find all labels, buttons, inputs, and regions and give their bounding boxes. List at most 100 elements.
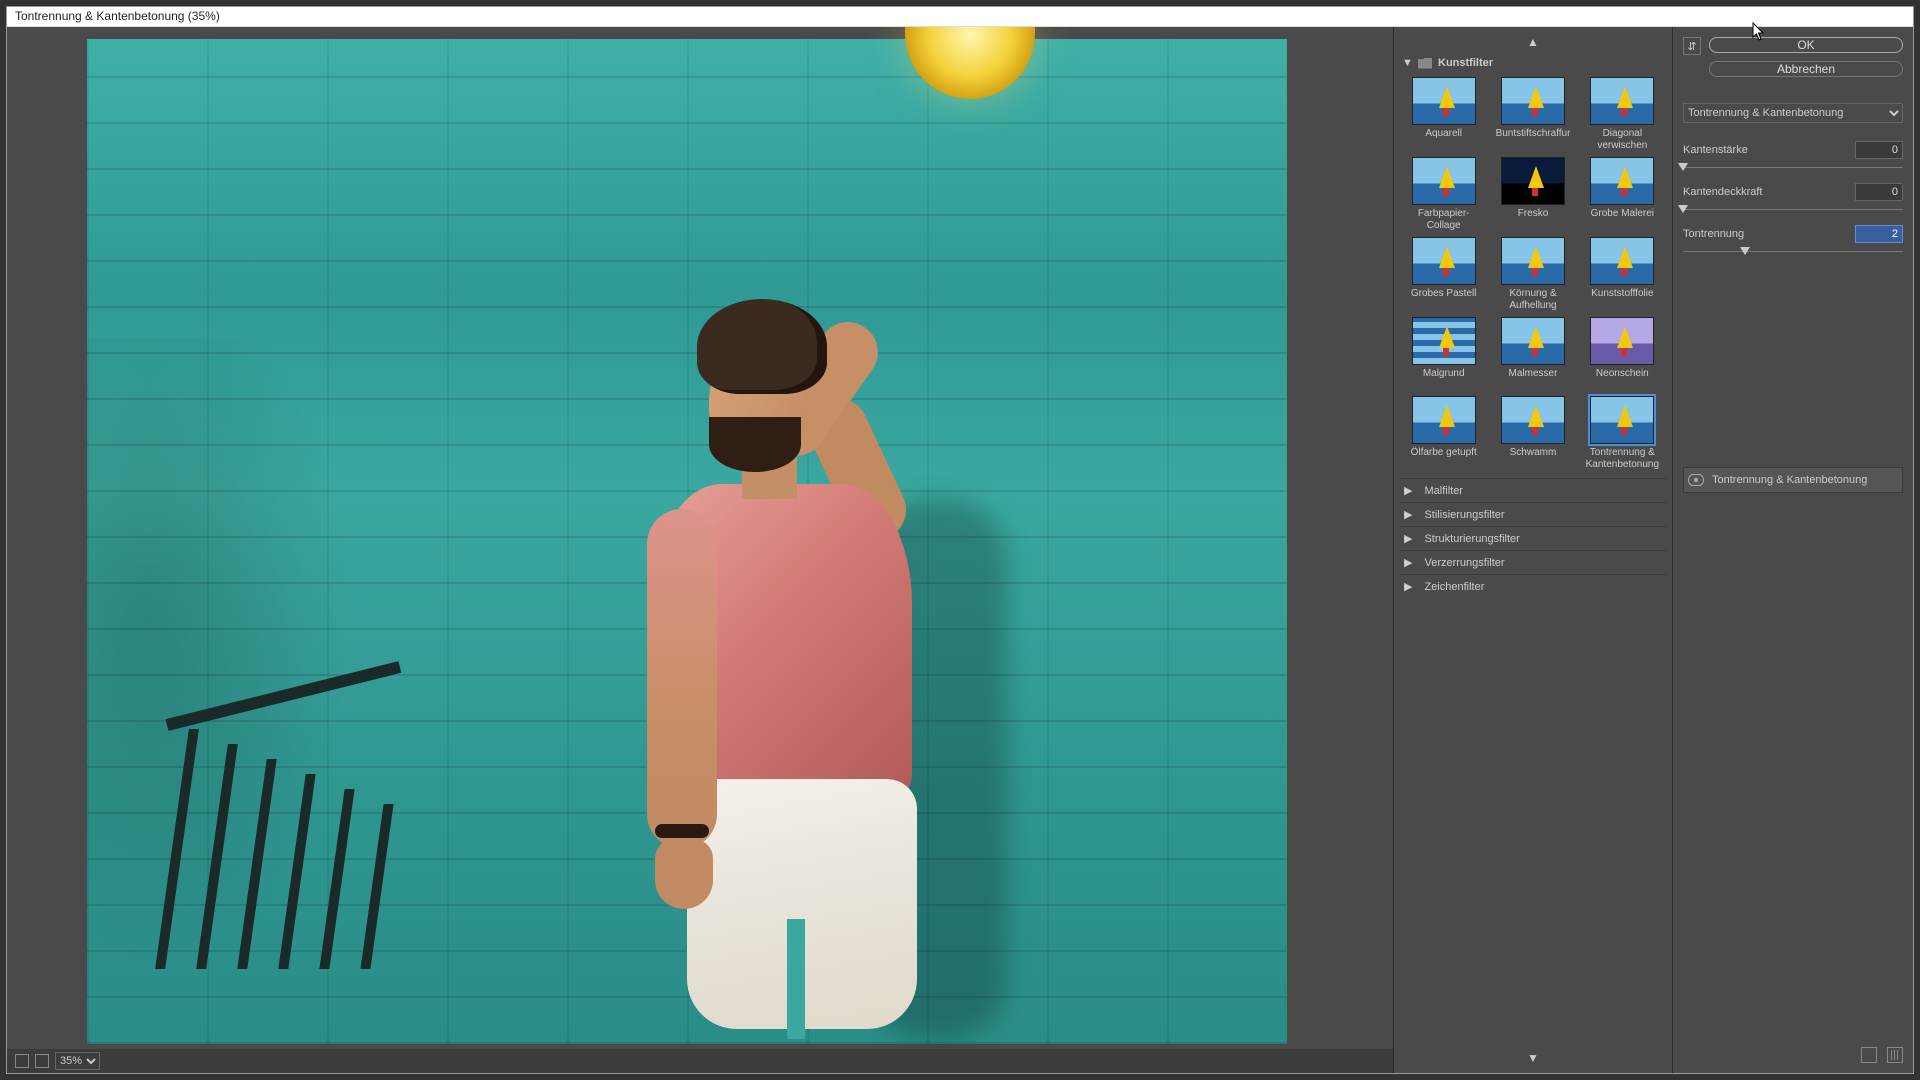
delete-effect-layer-icon[interactable] <box>1887 1047 1903 1063</box>
filter-thumb[interactable]: Tontrennung & Kantenbetonung <box>1581 396 1664 470</box>
window-content: 35% ▲ ▼ Kunstfilter Aquarell Buntstiftsch… <box>7 27 1913 1073</box>
zoom-select[interactable]: 35% <box>55 1052 100 1070</box>
filter-thumb[interactable]: Grobe Malerei <box>1581 157 1664 231</box>
thumb-image <box>1590 237 1654 285</box>
category-label: Verzerrungsfilter <box>1424 557 1504 569</box>
thumb-label: Kunststofffolie <box>1591 288 1653 310</box>
triangle-right-icon: ▶ <box>1404 484 1412 497</box>
category-label: Stilisierungsfilter <box>1424 509 1504 521</box>
thumb-image <box>1590 77 1654 125</box>
category-row[interactable]: ▶ Zeichenfilter <box>1400 574 1666 598</box>
thumb-image <box>1590 396 1654 444</box>
thumb-label: Tontrennung & Kantenbetonung <box>1581 447 1664 470</box>
triangle-right-icon: ▶ <box>1404 508 1412 521</box>
triangle-right-icon: ▶ <box>1404 532 1412 545</box>
triangle-right-icon: ▶ <box>1404 580 1412 593</box>
param-slider[interactable] <box>1683 205 1903 215</box>
filter-thumb[interactable]: Aquarell <box>1402 77 1485 151</box>
slider-thumb-icon[interactable] <box>1678 163 1688 171</box>
category-label: Kunstfilter <box>1438 57 1493 69</box>
zoom-out-icon[interactable] <box>15 1054 29 1068</box>
param-slider[interactable] <box>1683 247 1903 257</box>
filter-thumb[interactable]: Ölfarbe getupft <box>1402 396 1485 470</box>
thumb-label: Fresko <box>1518 208 1549 230</box>
slider-thumb-icon[interactable] <box>1740 247 1750 255</box>
thumb-image <box>1412 157 1476 205</box>
ok-button[interactable]: OK <box>1709 37 1903 53</box>
visibility-eye-icon[interactable] <box>1688 474 1704 486</box>
thumb-label: Farbpapier-Collage <box>1402 208 1485 231</box>
zoom-bar: 35% <box>7 1049 1393 1073</box>
filter-gallery-panel: ▲ ▼ Kunstfilter Aquarell Buntstiftschraff… <box>1393 27 1673 1073</box>
filter-thumb[interactable]: Grobes Pastell <box>1402 237 1485 311</box>
thumb-image <box>1501 237 1565 285</box>
triangle-right-icon: ▶ <box>1404 556 1412 569</box>
category-label: Zeichenfilter <box>1424 581 1484 593</box>
thumb-image <box>1501 317 1565 365</box>
category-kunstfilter[interactable]: ▼ Kunstfilter <box>1400 53 1666 73</box>
filter-thumb[interactable]: Malgrund <box>1402 317 1485 390</box>
slider-thumb-icon[interactable] <box>1678 205 1688 213</box>
expand-toggle-icon[interactable]: ⇵ <box>1683 37 1701 55</box>
thumb-label: Schwamm <box>1510 447 1557 469</box>
param-slider[interactable] <box>1683 163 1903 173</box>
param-input[interactable] <box>1855 141 1903 159</box>
filter-thumb[interactable]: Fresko <box>1491 157 1574 231</box>
thumb-image <box>1501 77 1565 125</box>
category-label: Malfilter <box>1424 485 1463 497</box>
filter-thumb[interactable]: Farbpapier-Collage <box>1402 157 1485 231</box>
thumb-label: Malgrund <box>1423 368 1465 390</box>
filter-thumb[interactable]: Neonschein <box>1581 317 1664 390</box>
thumb-image <box>1412 77 1476 125</box>
filter-select[interactable]: Tontrennung & Kantenbetonung <box>1683 103 1903 123</box>
param-group: Kantenstärke <box>1683 141 1903 173</box>
scroll-down-icon[interactable]: ▼ <box>1394 1051 1672 1065</box>
preview-viewport[interactable] <box>7 27 1393 1049</box>
param-label: Tontrennung <box>1683 228 1744 240</box>
thumb-image <box>1501 396 1565 444</box>
thumb-label: Diagonal verwischen <box>1581 128 1664 151</box>
param-input[interactable] <box>1855 225 1903 243</box>
window-title: Tontrennung & Kantenbetonung (35%) <box>15 9 220 23</box>
window-titlebar: Tontrennung & Kantenbetonung (35%) <box>7 7 1913 27</box>
thumb-label: Buntstiftschraffur <box>1496 128 1571 150</box>
zoom-in-icon[interactable] <box>35 1054 49 1068</box>
cancel-button[interactable]: Abbrechen <box>1709 61 1903 77</box>
thumb-image <box>1590 157 1654 205</box>
thumb-image <box>1590 317 1654 365</box>
stair-railing <box>167 719 397 969</box>
param-label: Kantendeckkraft <box>1683 186 1763 198</box>
scroll-up-icon[interactable]: ▲ <box>1400 35 1666 49</box>
effect-layers: Tontrennung & Kantenbetonung <box>1683 467 1903 493</box>
category-row[interactable]: ▶ Verzerrungsfilter <box>1400 550 1666 574</box>
filter-thumb[interactable]: Kunststofffolie <box>1581 237 1664 311</box>
preview-pane: 35% <box>7 27 1393 1073</box>
new-effect-layer-icon[interactable] <box>1861 1047 1877 1063</box>
category-row[interactable]: ▶ Strukturierungsfilter <box>1400 526 1666 550</box>
filter-thumb[interactable]: Malmesser <box>1491 317 1574 390</box>
category-row[interactable]: ▶ Stilisierungsfilter <box>1400 502 1666 526</box>
thumb-image <box>1501 157 1565 205</box>
preview-canvas <box>87 39 1287 1044</box>
param-label: Kantenstärke <box>1683 144 1748 156</box>
subject-person <box>617 299 937 1049</box>
filter-thumb[interactable]: Diagonal verwischen <box>1581 77 1664 151</box>
filter-thumb[interactable]: Schwamm <box>1491 396 1574 470</box>
param-group: Kantendeckkraft <box>1683 183 1903 215</box>
thumb-image <box>1412 237 1476 285</box>
filter-thumb[interactable]: Buntstiftschraffur <box>1491 77 1574 151</box>
thumb-label: Malmesser <box>1509 368 1558 390</box>
param-input[interactable] <box>1855 183 1903 201</box>
category-row[interactable]: ▶ Malfilter <box>1400 478 1666 502</box>
filter-gallery-window: Tontrennung & Kantenbetonung (35%) <box>6 6 1914 1074</box>
thumbnail-grid: Aquarell Buntstiftschraffur Diagonal verwi… <box>1400 73 1666 478</box>
filter-thumb[interactable]: Körnung & Aufhellung <box>1491 237 1574 311</box>
category-label: Strukturierungsfilter <box>1424 533 1519 545</box>
effect-layer-row[interactable]: Tontrennung & Kantenbetonung <box>1683 467 1903 493</box>
thumb-label: Grobes Pastell <box>1411 288 1477 310</box>
controls-panel: ⇵ OK Abbrechen Tontrennung & Kantenbeton… <box>1673 27 1913 1073</box>
thumb-image <box>1412 317 1476 365</box>
thumb-label: Grobe Malerei <box>1591 208 1654 230</box>
effect-layer-label: Tontrennung & Kantenbetonung <box>1712 474 1867 486</box>
param-group: Tontrennung <box>1683 225 1903 257</box>
